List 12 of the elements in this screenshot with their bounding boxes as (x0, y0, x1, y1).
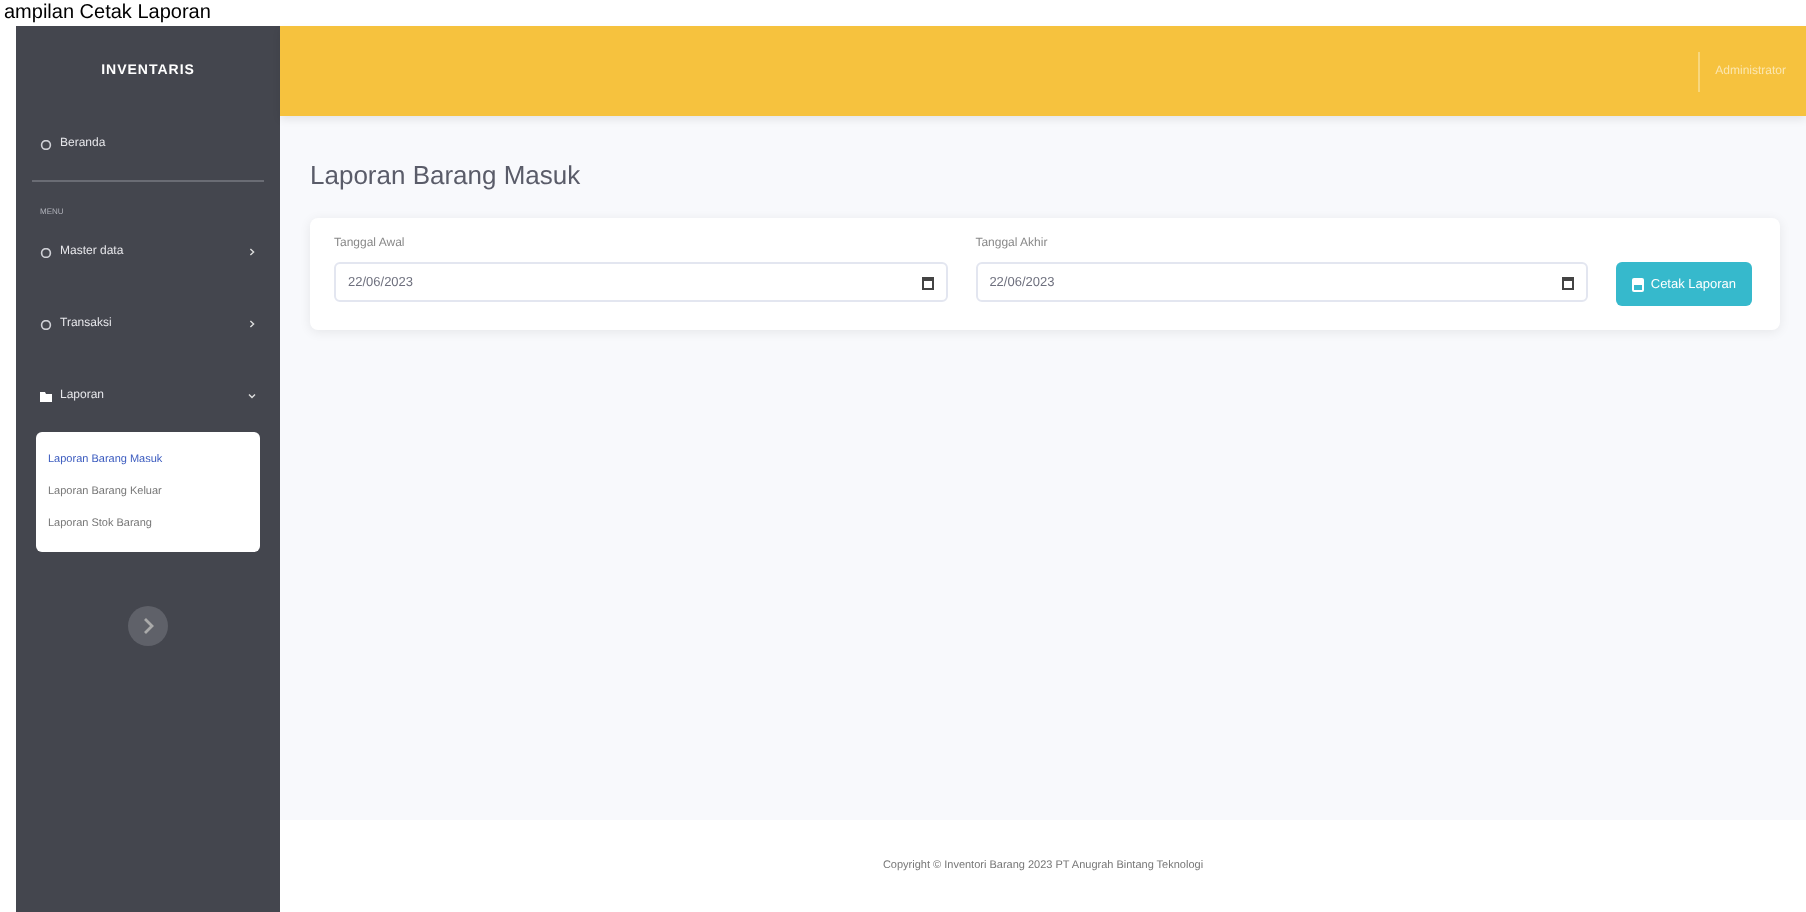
sidebar-toggle-button[interactable] (126, 604, 170, 648)
chevron-down-icon (248, 392, 256, 400)
calendar-icon[interactable] (1562, 275, 1575, 289)
gauge-icon (40, 139, 52, 149)
gauge-icon (40, 247, 52, 257)
gauge-icon (40, 319, 52, 329)
folder-icon (40, 391, 52, 401)
chevron-right-icon (248, 248, 256, 256)
chevron-right-icon (248, 320, 256, 328)
calendar-icon[interactable] (921, 275, 934, 289)
caption-text: ampilan Cetak Laporan (2, 1, 211, 25)
page-title: Laporan Barang Masuk (310, 160, 583, 190)
